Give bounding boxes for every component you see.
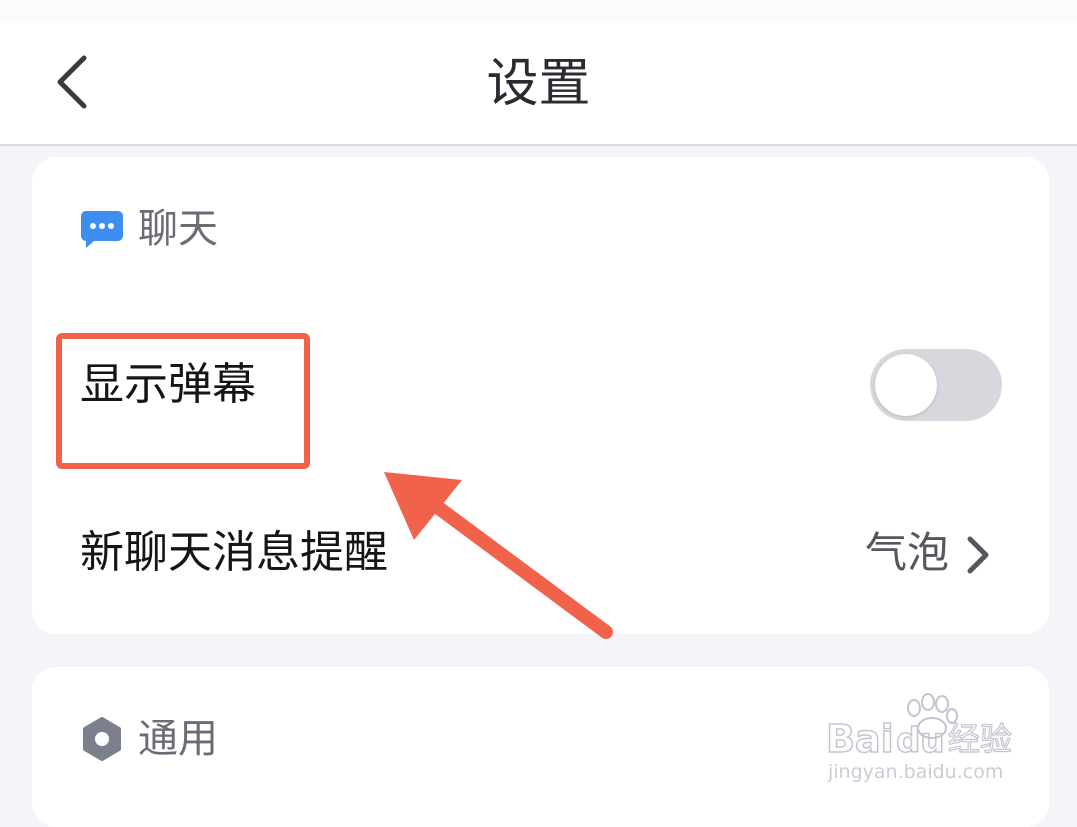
watermark-url: jingyan.baidu.com	[827, 761, 1003, 783]
top-bar: 设置	[0, 22, 1077, 146]
show-danmaku-toggle[interactable]	[870, 349, 1002, 421]
toggle-knob	[875, 354, 937, 416]
watermark-brand: Bai	[826, 717, 894, 761]
general-section-title: 通用	[138, 716, 218, 762]
chat-section-title: 聊天	[138, 206, 218, 252]
highlight-annotation-box	[56, 333, 310, 469]
new-message-alert-label: 新聊天消息提醒	[80, 527, 388, 578]
baidu-jingyan-watermark: Bai du 经验 jingyan.baidu.com	[825, 693, 1013, 783]
chat-bubble-icon	[81, 211, 123, 248]
chevron-right-icon	[967, 536, 989, 574]
page-title: 设置	[486, 54, 591, 114]
general-section-header: 通用	[80, 715, 218, 763]
chat-section-header: 聊天	[80, 205, 218, 253]
status-strip	[0, 0, 1077, 23]
watermark-brand2: du	[896, 721, 945, 761]
annotation-arrow	[384, 472, 613, 639]
new-message-alert-value: 气泡	[864, 528, 949, 577]
gear-icon	[83, 717, 121, 761]
watermark-suffix: 经验	[948, 720, 1012, 758]
